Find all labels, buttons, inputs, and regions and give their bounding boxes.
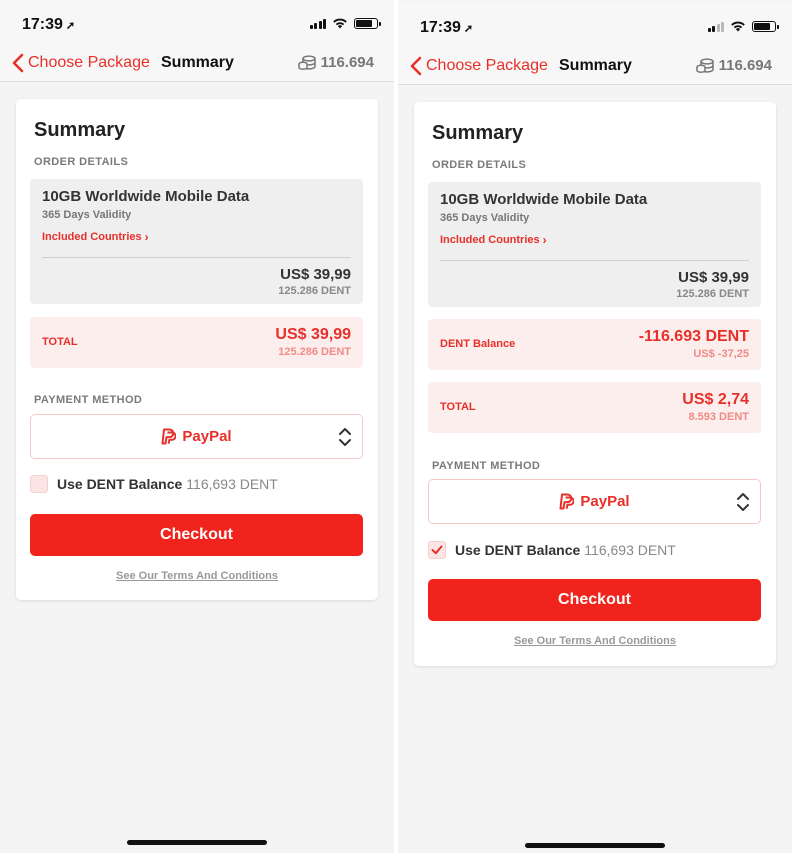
total-usd: US$ 39,99 [275, 326, 351, 343]
balance-display: 116.694 [297, 54, 374, 71]
dent-balance-usd: US$ -37,25 [693, 348, 749, 360]
payment-method-value-wrap: PayPal [429, 480, 760, 523]
package-price-usd: US$ 39,99 [280, 266, 351, 283]
use-dent-balance-checkbox[interactable] [428, 541, 446, 559]
updown-chevron-icon [339, 428, 351, 446]
use-dent-balance-label: Use DENT Balance [455, 542, 581, 558]
balance-display: 116.694 [695, 57, 772, 74]
divider [440, 260, 749, 261]
payment-method-value: PayPal [580, 493, 630, 510]
payment-method-select[interactable]: PayPal [428, 479, 761, 524]
package-price-dent: 125.286 DENT [676, 288, 749, 300]
order-details-label: ORDER DETAILS [34, 156, 129, 168]
location-arrow-icon: ➚ [463, 23, 474, 35]
home-indicator [525, 843, 665, 848]
total-dent: 125.286 DENT [278, 346, 351, 358]
paypal-icon [161, 428, 177, 445]
divider [42, 257, 351, 258]
nav-title: Summary [559, 57, 632, 74]
package-price-usd: US$ 39,99 [678, 269, 749, 286]
order-box: 10GB Worldwide Mobile Data 365 Days Vali… [30, 179, 363, 304]
total-box: TOTAL US$ 2,74 8.593 DENT [428, 382, 761, 433]
total-dent: 8.593 DENT [688, 411, 749, 423]
checkout-button[interactable]: Checkout [428, 579, 761, 621]
chevron-right-icon: › [144, 230, 149, 244]
dent-balance-amount: -116.693 DENT [638, 328, 749, 345]
package-validity: 365 Days Validity [440, 212, 530, 224]
card-title: Summary [34, 119, 126, 141]
use-dent-balance-label: Use DENT Balance [57, 476, 183, 492]
use-dent-balance-checkbox[interactable] [30, 475, 48, 493]
nav-title: Summary [161, 54, 234, 71]
summary-card: Summary ORDER DETAILS 10GB Worldwide Mob… [414, 102, 776, 666]
total-label: TOTAL [42, 336, 78, 348]
dent-balance-box: DENT Balance -116.693 DENT US$ -37,25 [428, 319, 761, 370]
dent-balance-label: DENT Balance [440, 338, 516, 350]
payment-method-value: PayPal [182, 428, 232, 445]
back-label: Choose Package [426, 57, 548, 74]
coins-icon [297, 54, 316, 70]
payment-method-label: PAYMENT METHOD [432, 460, 541, 472]
checkmark-icon [431, 545, 443, 555]
status-icons [309, 17, 381, 29]
checkout-button[interactable]: Checkout [30, 514, 363, 556]
total-usd: US$ 2,74 [682, 391, 749, 408]
package-name: 10GB Worldwide Mobile Data [440, 191, 648, 208]
nav-bar: Choose Package Summary 116.694 [398, 47, 792, 85]
included-countries-link[interactable]: Included Countries › [440, 233, 547, 247]
back-button[interactable]: Choose Package [410, 56, 548, 76]
summary-card: Summary ORDER DETAILS 10GB Worldwide Mob… [16, 99, 378, 600]
use-dent-balance-row[interactable]: Use DENT Balance 116,693 DENT [30, 475, 278, 493]
order-details-label: ORDER DETAILS [432, 159, 527, 171]
wifi-icon [333, 18, 347, 29]
included-countries-link[interactable]: Included Countries › [42, 230, 149, 244]
status-icons [707, 20, 779, 32]
coins-icon [695, 57, 714, 73]
status-time-wrap: 17:39 ➚ [420, 19, 473, 37]
battery-icon [354, 17, 381, 29]
use-dent-balance-row[interactable]: Use DENT Balance 116,693 DENT [428, 541, 676, 559]
location-arrow-icon: ➚ [65, 20, 76, 32]
payment-method-value-wrap: PayPal [31, 415, 362, 458]
terms-link[interactable]: See Our Terms And Conditions [414, 635, 776, 647]
included-countries-label: Included Countries [440, 234, 540, 246]
signal-icon [309, 18, 326, 29]
battery-icon [752, 20, 779, 32]
paypal-icon [559, 493, 575, 510]
status-time: 17:39 [420, 19, 461, 36]
status-time: 17:39 [22, 16, 63, 33]
use-dent-balance-amount: 116,693 DENT [584, 542, 676, 558]
chevron-right-icon: › [542, 233, 547, 247]
back-button[interactable]: Choose Package [12, 53, 150, 73]
order-box: 10GB Worldwide Mobile Data 365 Days Vali… [428, 182, 761, 307]
use-dent-balance-amount: 116,693 DENT [186, 476, 278, 492]
terms-link[interactable]: See Our Terms And Conditions [16, 570, 378, 582]
status-bar: 17:39 ➚ [398, 3, 792, 51]
card-title: Summary [432, 122, 524, 144]
package-name: 10GB Worldwide Mobile Data [42, 188, 250, 205]
signal-icon [707, 21, 724, 32]
payment-method-label: PAYMENT METHOD [34, 394, 143, 406]
package-price-dent: 125.286 DENT [278, 285, 351, 297]
payment-method-select[interactable]: PayPal [30, 414, 363, 459]
status-bar: 17:39 ➚ [0, 0, 394, 48]
status-time-wrap: 17:39 ➚ [22, 16, 75, 34]
updown-chevron-icon [737, 493, 749, 511]
total-box: TOTAL US$ 39,99 125.286 DENT [30, 317, 363, 368]
total-label: TOTAL [440, 401, 476, 413]
home-indicator [127, 840, 267, 845]
included-countries-label: Included Countries [42, 231, 142, 243]
nav-bar: Choose Package Summary 116.694 [0, 44, 394, 82]
balance-value: 116.694 [718, 57, 772, 74]
package-validity: 365 Days Validity [42, 209, 132, 221]
screen-unchecked: 17:39 ➚ Choose Package Summary 116.694 Su… [0, 0, 394, 853]
balance-value: 116.694 [320, 54, 374, 71]
back-chevron-icon [410, 56, 422, 76]
screen-checked: 17:39 ➚ Choose Package Summary 116.694 Su… [398, 0, 792, 853]
back-chevron-icon [12, 53, 24, 73]
wifi-icon [731, 21, 745, 32]
back-label: Choose Package [28, 54, 150, 71]
